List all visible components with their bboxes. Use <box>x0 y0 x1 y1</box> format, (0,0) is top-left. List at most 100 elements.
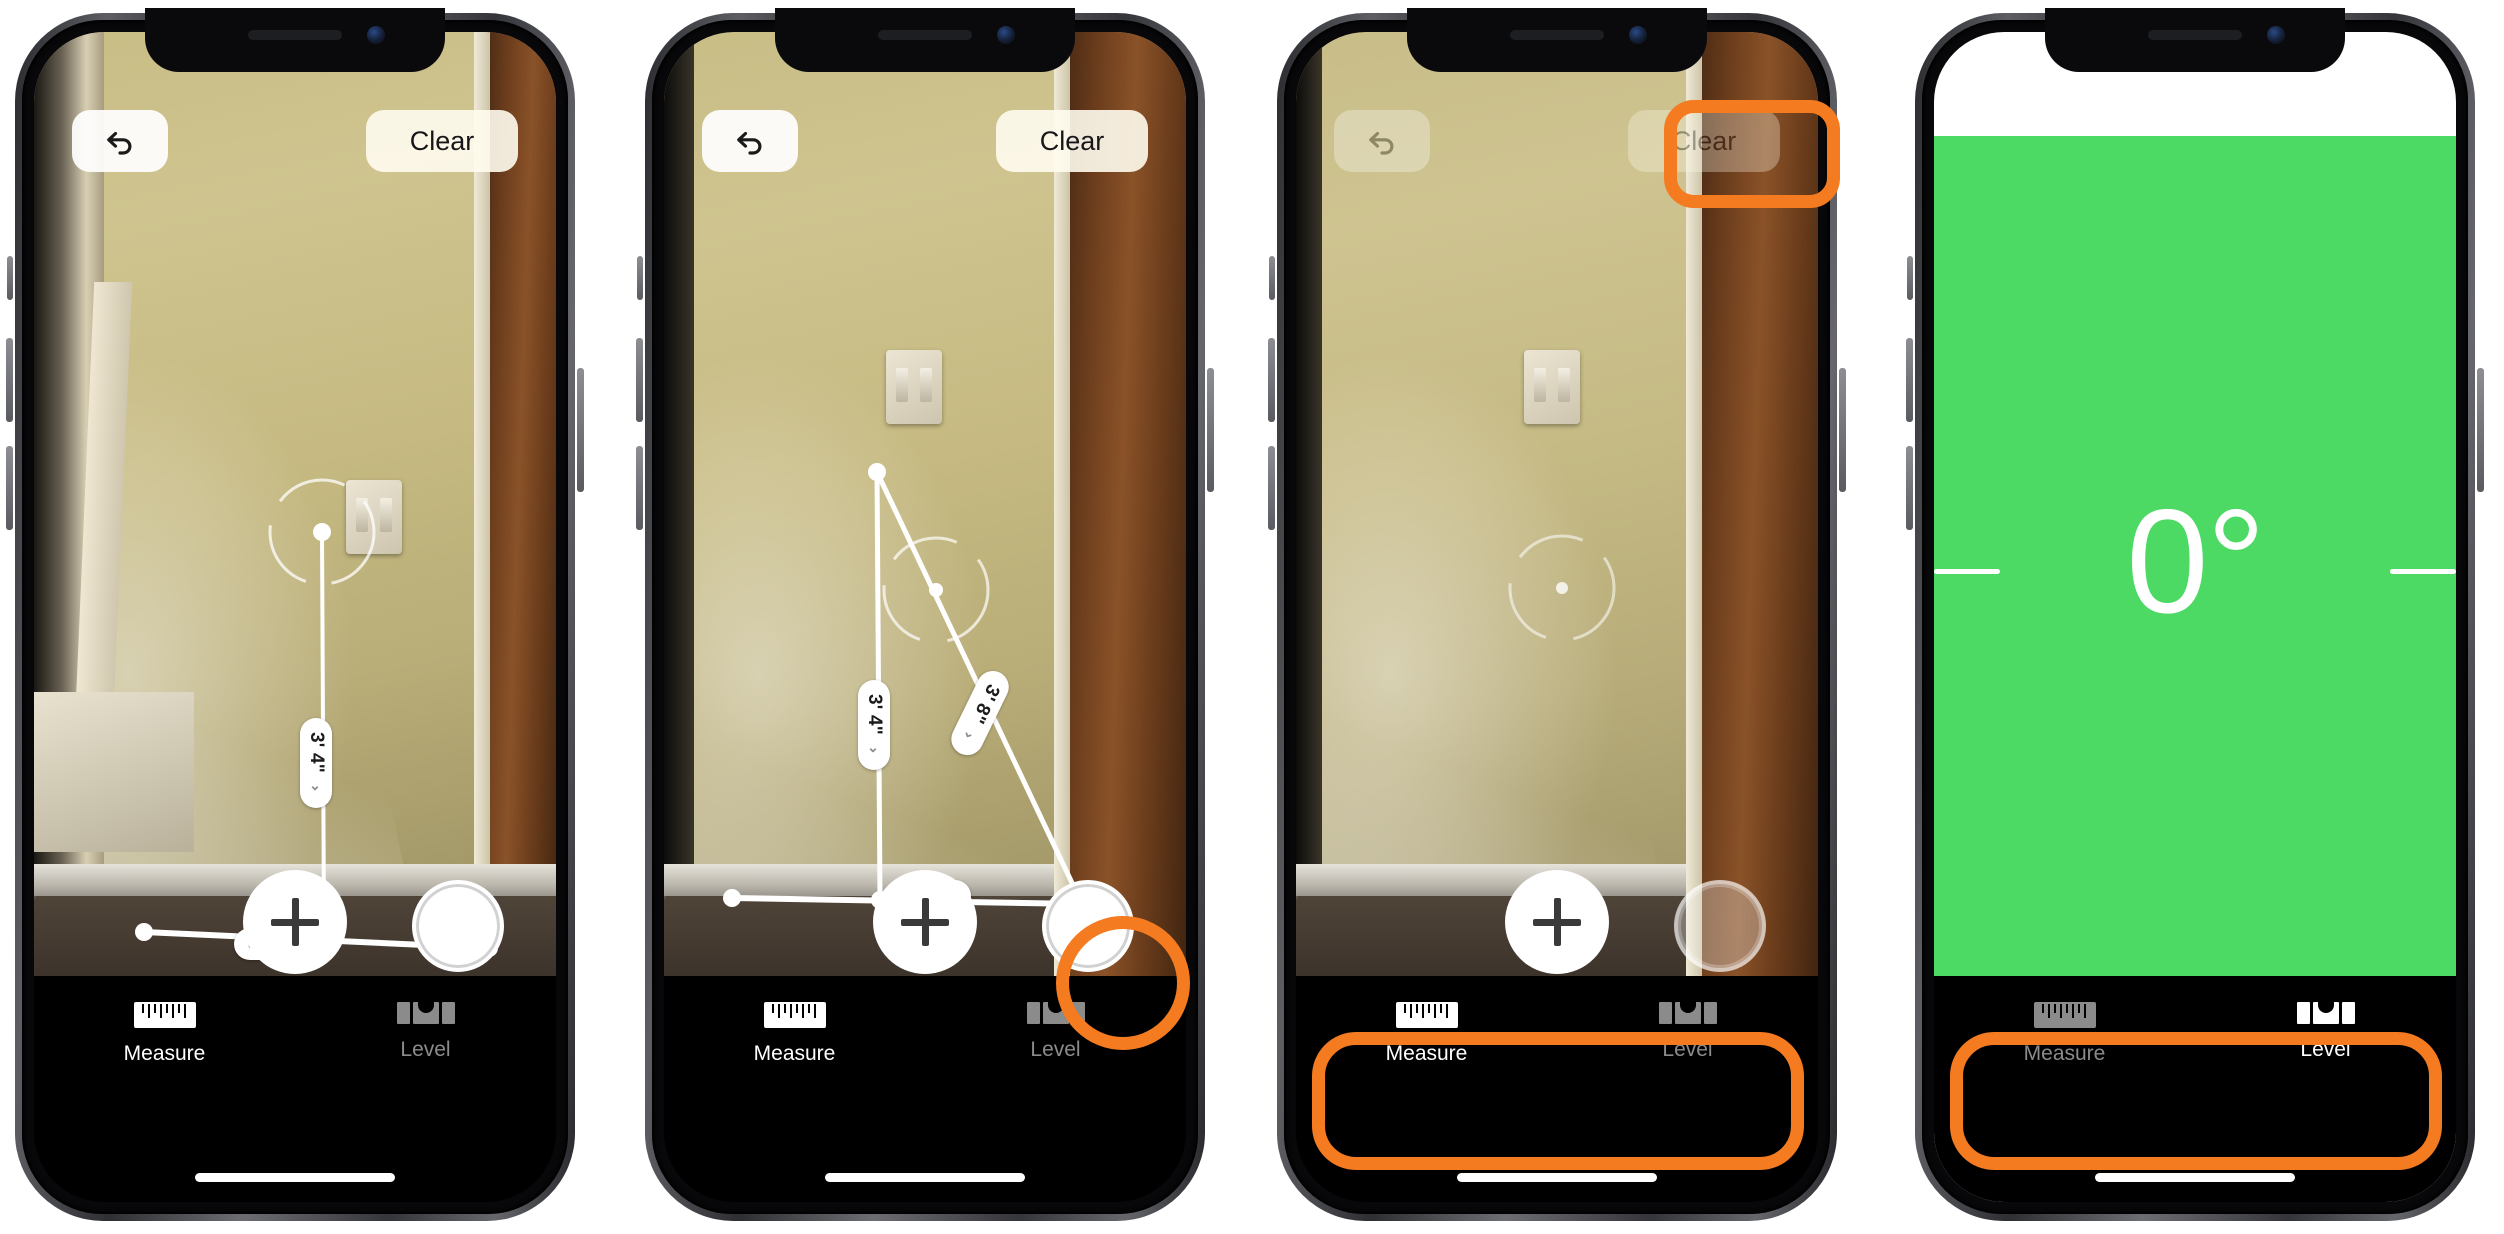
ar-bottom-controls <box>1296 870 1818 988</box>
measurement-value: 3' 4" <box>864 694 885 735</box>
measurement-label[interactable]: 3' 4" ⌄ <box>300 718 332 809</box>
front-camera-icon <box>2267 26 2285 44</box>
chevron-icon: ⌄ <box>959 722 981 745</box>
power-button[interactable] <box>577 368 584 492</box>
phone-screen: 3' 4" ⌄ 3' 3" › Clear <box>34 32 556 1202</box>
volume-down-button[interactable] <box>1906 446 1913 530</box>
front-camera-icon <box>1629 26 1647 44</box>
ar-top-controls: Clear <box>34 110 556 180</box>
earpiece-speaker <box>248 30 342 40</box>
front-camera-icon <box>997 26 1015 44</box>
power-button[interactable] <box>2477 368 2484 492</box>
volume-down-button[interactable] <box>6 446 13 530</box>
clear-button[interactable]: Clear <box>1628 110 1780 172</box>
chevron-icon: ⌄ <box>866 739 882 757</box>
tab-label: Level <box>1030 1038 1081 1061</box>
tab-label: Level <box>1662 1038 1713 1061</box>
volume-up-button[interactable] <box>1906 338 1913 422</box>
clear-button[interactable]: Clear <box>366 110 518 172</box>
ruler-icon <box>2033 1002 2096 1028</box>
clear-button[interactable]: Clear <box>996 110 1148 172</box>
phone-4: 0° Measure Level <box>1906 8 2484 1226</box>
home-indicator[interactable] <box>1457 1173 1657 1182</box>
phone-screen: Clear Measure Level <box>1296 32 1818 1202</box>
tab-label: Measure <box>1385 1042 1468 1065</box>
chevron-icon: ⌄ <box>308 777 324 795</box>
shutter-button[interactable] <box>412 880 504 972</box>
notch <box>2045 8 2345 72</box>
tab-label: Level <box>400 1038 451 1061</box>
notch <box>145 8 445 72</box>
level-icon <box>1026 1002 1085 1024</box>
volume-up-button[interactable] <box>636 338 643 422</box>
tab-label: Measure <box>753 1042 836 1065</box>
add-point-button[interactable] <box>873 870 977 974</box>
tab-measure[interactable]: Measure <box>1296 1002 1557 1066</box>
undo-button[interactable] <box>1334 110 1430 172</box>
tab-level[interactable]: Level <box>925 1002 1186 1062</box>
earpiece-speaker <box>1510 30 1604 40</box>
undo-button[interactable] <box>702 110 798 172</box>
ar-bottom-controls <box>34 870 556 988</box>
undo-button[interactable] <box>72 110 168 172</box>
level-icon <box>2296 1002 2355 1024</box>
tab-bar: Measure Level <box>1296 976 1818 1202</box>
phone-2: 3' 4" ⌄ 3' 8" ⌄ 3' 3" › <box>636 8 1214 1226</box>
front-camera-icon <box>367 26 385 44</box>
tab-level[interactable]: Level <box>2195 1002 2456 1062</box>
notch <box>1407 8 1707 72</box>
tab-measure[interactable]: Measure <box>34 1002 295 1066</box>
mute-switch[interactable] <box>1907 256 1913 300</box>
level-icon <box>396 1002 455 1024</box>
mute-switch[interactable] <box>637 256 643 300</box>
undo-icon <box>737 131 762 155</box>
undo-icon <box>1369 131 1394 155</box>
ar-bottom-controls <box>664 870 1186 988</box>
volume-up-button[interactable] <box>1268 338 1275 422</box>
level-angle-value: 0° <box>2126 479 2265 645</box>
tab-level[interactable]: Level <box>295 1002 556 1062</box>
ar-vertex-top <box>868 463 886 481</box>
tab-label: Level <box>2300 1038 2351 1061</box>
earpiece-speaker <box>2148 30 2242 40</box>
notch <box>775 8 1075 72</box>
home-indicator[interactable] <box>195 1173 395 1182</box>
shutter-button[interactable] <box>1674 880 1766 972</box>
add-point-button[interactable] <box>243 870 347 974</box>
camera-viewport[interactable]: 3' 4" ⌄ 3' 8" ⌄ 3' 3" › <box>664 32 1186 1066</box>
undo-icon <box>107 131 132 155</box>
power-button[interactable] <box>1207 368 1214 492</box>
camera-viewport[interactable]: Clear <box>1296 32 1818 1066</box>
phone-screen: 3' 4" ⌄ 3' 8" ⌄ 3' 3" › <box>664 32 1186 1202</box>
level-icon <box>1658 1002 1717 1024</box>
level-tick-right <box>2390 569 2456 574</box>
phone-1: 3' 4" ⌄ 3' 3" › Clear <box>6 8 584 1226</box>
shutter-button[interactable] <box>1042 880 1134 972</box>
ruler-icon <box>763 1002 826 1028</box>
tab-label: Measure <box>123 1042 206 1065</box>
phone-screen: 0° Measure Level <box>1934 32 2456 1202</box>
power-button[interactable] <box>1839 368 1846 492</box>
tab-level[interactable]: Level <box>1557 1002 1818 1062</box>
screenshot-stage: 3' 4" ⌄ 3' 3" › Clear <box>0 0 2504 1234</box>
ar-top-controls: Clear <box>1296 110 1818 180</box>
add-point-button[interactable] <box>1505 870 1609 974</box>
home-indicator[interactable] <box>2095 1173 2295 1182</box>
volume-down-button[interactable] <box>1268 446 1275 530</box>
tab-measure[interactable]: Measure <box>664 1002 925 1066</box>
level-surface[interactable]: 0° <box>1934 136 2456 1002</box>
ruler-icon <box>1395 1002 1458 1028</box>
home-indicator[interactable] <box>825 1173 1025 1182</box>
tab-measure[interactable]: Measure <box>1934 1002 2195 1066</box>
ar-anchor-point <box>929 583 943 597</box>
tab-label: Measure <box>2023 1042 2106 1065</box>
level-tick-left <box>1934 569 2000 574</box>
ruler-icon <box>133 1002 196 1028</box>
measurement-label[interactable]: 3' 4" ⌄ <box>858 680 890 771</box>
mute-switch[interactable] <box>1269 256 1275 300</box>
measurement-value: 3' 4" <box>306 732 327 773</box>
camera-viewport[interactable]: 3' 4" ⌄ 3' 3" › Clear <box>34 32 556 1066</box>
mute-switch[interactable] <box>7 256 13 300</box>
volume-up-button[interactable] <box>6 338 13 422</box>
volume-down-button[interactable] <box>636 446 643 530</box>
